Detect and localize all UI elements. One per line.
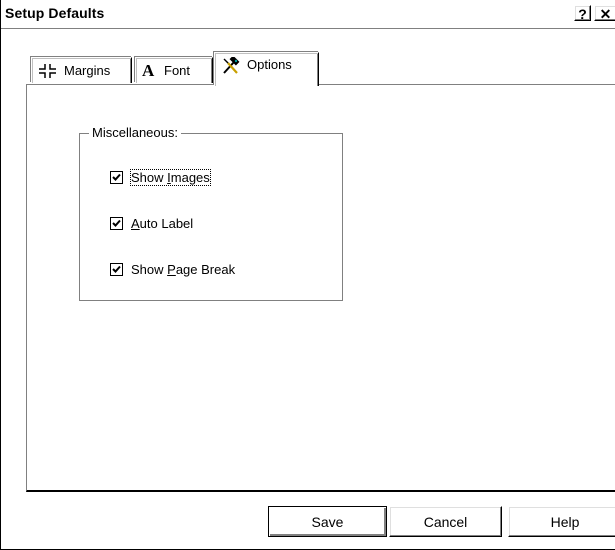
close-icon: ✕ xyxy=(599,6,612,22)
title-bar[interactable]: Setup Defaults ? ✕ xyxy=(1,0,615,29)
dialog-title: Setup Defaults xyxy=(5,5,105,21)
save-button[interactable]: Save xyxy=(268,506,387,537)
checkmark-icon xyxy=(112,219,121,227)
tools-icon xyxy=(221,57,241,75)
auto-label-label: Auto Label xyxy=(131,215,194,231)
help-title-button[interactable]: ? xyxy=(574,5,591,22)
show-images-label: Show Images xyxy=(130,168,211,186)
show-page-break-checkbox[interactable] xyxy=(110,262,123,276)
svg-text:A: A xyxy=(142,63,155,78)
checkmark-icon xyxy=(112,265,121,273)
auto-label-checkbox[interactable] xyxy=(110,216,123,230)
close-button[interactable]: ✕ xyxy=(594,5,615,22)
margins-icon xyxy=(38,63,58,78)
tab-label: Margins xyxy=(64,63,111,78)
auto-label-option[interactable]: Auto Label xyxy=(110,214,193,232)
show-page-break-label: Show Page Break xyxy=(131,261,236,277)
options-tab-panel: Miscellaneous: Show Images Auto Label Sh… xyxy=(26,84,615,492)
help-button[interactable]: Help xyxy=(508,506,615,537)
show-images-option[interactable]: Show Images xyxy=(110,168,211,186)
checkmark-icon xyxy=(112,173,121,181)
show-page-break-option[interactable]: Show Page Break xyxy=(110,260,235,278)
cancel-button[interactable]: Cancel xyxy=(389,506,502,537)
miscellaneous-group: Miscellaneous: Show Images Auto Label Sh… xyxy=(79,125,343,301)
tab-options[interactable]: Options xyxy=(214,52,319,86)
tab-margins[interactable]: Margins xyxy=(31,57,132,83)
setup-defaults-dialog: Setup Defaults ? ✕ Margins A Font Option… xyxy=(0,0,615,550)
show-images-checkbox[interactable] xyxy=(110,170,123,184)
tab-label: Options xyxy=(247,57,292,72)
group-legend: Miscellaneous: xyxy=(89,125,181,141)
font-icon: A xyxy=(142,63,158,78)
tab-label: Font xyxy=(164,63,191,78)
tab-font[interactable]: A Font xyxy=(135,57,213,83)
